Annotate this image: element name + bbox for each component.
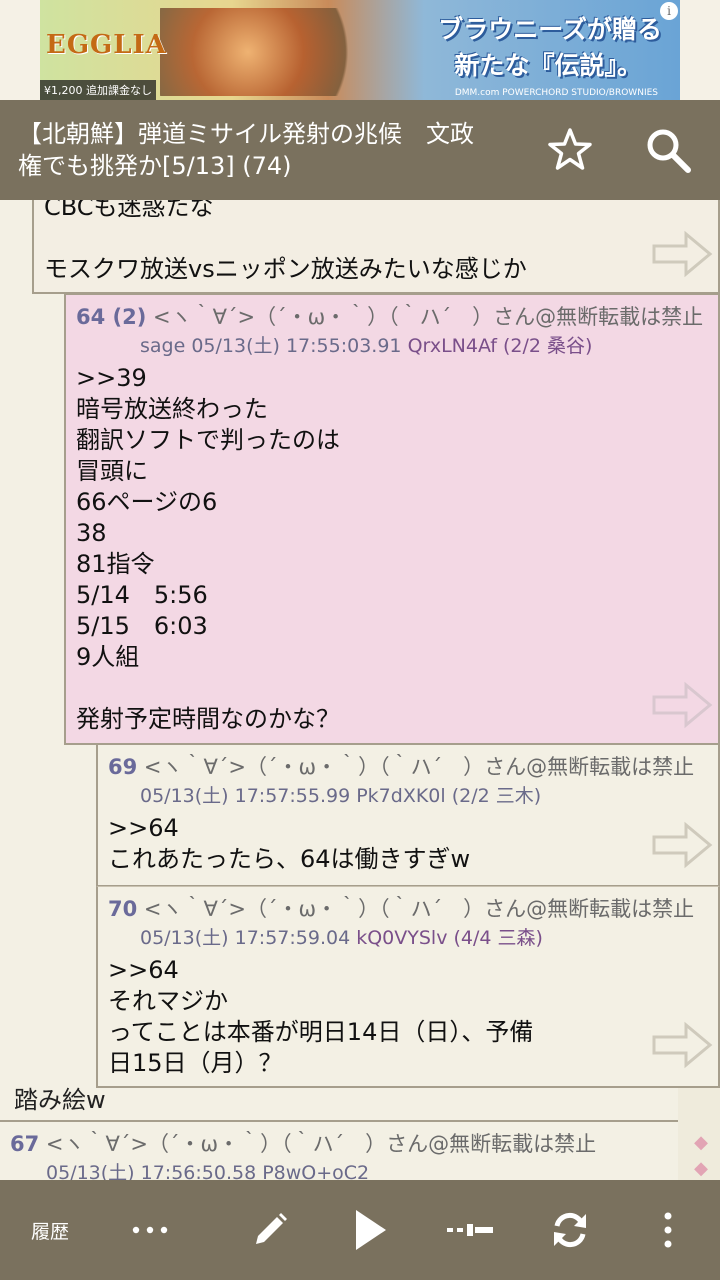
ad-headline-2: 新たな『伝説』。: [454, 51, 642, 80]
post-69[interactable]: 69 <ヽ｀∀´>（´・ω・｀）（｀ハ´ ）さん@無断転載は禁止 05/13(土…: [96, 745, 720, 887]
post-line[interactable]: >>64: [108, 955, 533, 986]
history-button[interactable]: 履歴: [10, 1198, 90, 1262]
ad-credit: DMM.com POWERCHORD STUDIO/BROWNIES: [454, 88, 658, 98]
refresh-button[interactable]: [530, 1198, 610, 1262]
post-70-header: 70 <ヽ｀∀´>（´・ω・｀）（｀ハ´ ）さん@無断転載は禁止: [108, 893, 694, 923]
thread-title-line-1: 【北朝鮮】弾道ミサイル発射の兆候 文政: [18, 120, 474, 148]
poster-id[interactable]: kQ0VYSlv (4/4 三森): [356, 927, 543, 949]
post-line: 暗号放送終わった: [76, 395, 268, 423]
position-button[interactable]: [430, 1198, 510, 1262]
post-64-body: >>39 暗号放送終わった 翻訳ソフトで判ったのは 冒頭に 66ページの6 38…: [76, 363, 340, 735]
reply-arrow-icon[interactable]: [650, 681, 714, 729]
post-line: 66ページの6: [76, 488, 218, 516]
reply-arrow-icon[interactable]: [650, 1021, 714, 1069]
post-67-header: 67 <ヽ｀∀´>（´・ω・｀）（｀ハ´ ）さん@無断転載は禁止: [10, 1128, 596, 1158]
thread-title[interactable]: 【北朝鮮】弾道ミサイル発射の兆候 文政 権でも挑発か[5/13] (74): [18, 118, 528, 182]
thread-view[interactable]: 踏み絵w 67 <ヽ｀∀´>（´・ω・｀）（｀ハ´ ）さん@無断転載は禁止 05…: [0, 200, 720, 1180]
post-64-header: 64 (2) <ヽ｀∀´>（´・ω・｀）（｀ハ´ ）さん@無断転載は禁止: [76, 301, 703, 331]
reply-arrow-icon[interactable]: [650, 230, 714, 278]
poster-name: <ヽ｀∀´>（´・ω・｀）（｀ハ´ ）さん@無断転載は禁止: [45, 1132, 597, 1156]
post-line: それマジか: [108, 987, 228, 1015]
ad-info-icon[interactable]: i: [660, 2, 678, 20]
post-number[interactable]: 69: [108, 755, 137, 779]
overflow-menu-button[interactable]: [628, 1198, 708, 1262]
post-line[interactable]: >>64: [108, 813, 470, 844]
play-icon: [356, 1210, 386, 1250]
ad-character-art: [160, 8, 380, 96]
pencil-icon: [256, 1213, 287, 1244]
post-67-meta: 05/13(土) 17:56:50.58 P8wO+oC2: [46, 1162, 370, 1180]
ad-price: ¥1,200 追加課金なし: [40, 80, 156, 100]
slider-dash-icon: [447, 1224, 493, 1236]
diamond-marker-icon: ◆: [694, 1158, 708, 1179]
post-70[interactable]: 70 <ヽ｀∀´>（´・ω・｀）（｀ハ´ ）さん@無断転載は禁止 05/13(土…: [96, 886, 720, 1088]
title-bar: 【北朝鮮】弾道ミサイル発射の兆候 文政 権でも挑発か[5/13] (74): [0, 100, 720, 200]
post-line: CBCも迷惑たな: [44, 200, 214, 221]
ad-banner[interactable]: EGGLIA ¥1,200 追加課金なし ブラウニーズが贈る 新たな『伝説』。 …: [40, 0, 680, 100]
post-69-body: >>64 これあたったら、64は働きすぎw: [108, 813, 470, 875]
more-vertical-icon: [664, 1212, 672, 1248]
post-line: 翻訳ソフトで判ったのは: [76, 426, 340, 454]
post-number[interactable]: 67: [10, 1132, 39, 1156]
poster-name: <ヽ｀∀´>（´・ω・｀）（｀ハ´ ）さん@無断転載は禁止: [153, 305, 704, 329]
post-line: 5/15 6:03: [76, 612, 208, 640]
ellipsis-horizontal-icon: [132, 1226, 168, 1234]
poster-name: <ヽ｀∀´>（´・ω・｀）（｀ハ´ ）さん@無断転載は禁止: [143, 897, 695, 921]
post-date: 05/13(土) 17:57:59.04: [140, 927, 351, 949]
poster-id[interactable]: QrxLN4Af (2/2 桑谷): [408, 335, 593, 357]
behind-post-text: 踏み絵w: [14, 1086, 106, 1114]
post-70-meta: 05/13(土) 17:57:59.04 kQ0VYSlv (4/4 三森): [140, 923, 543, 950]
post-line: 冒頭に: [76, 457, 148, 485]
post-69-header: 69 <ヽ｀∀´>（´・ω・｀）（｀ハ´ ）さん@無断転載は禁止: [108, 751, 694, 781]
refresh-icon: [554, 1212, 586, 1248]
search-icon[interactable]: [640, 122, 696, 178]
post-date: sage 05/13(土) 17:55:03.91: [140, 335, 402, 357]
post-line: 発射予定時間なのかな？: [76, 705, 340, 733]
post-date: 05/13(土) 17:57:55.99: [140, 785, 351, 807]
post-number[interactable]: 70: [108, 897, 137, 921]
poster-name: <ヽ｀∀´>（´・ω・｀）（｀ハ´ ）さん@無断転載は禁止: [143, 755, 695, 779]
thread-title-line-2: 権でも挑発か[5/13] (74): [18, 152, 292, 180]
post-line: [76, 673, 340, 704]
post-64-meta: sage 05/13(土) 17:55:03.91 QrxLN4Af (2/2 …: [140, 331, 592, 358]
write-button[interactable]: [230, 1198, 310, 1262]
post-line: 5/14 5:56: [76, 581, 208, 609]
post-number[interactable]: 64 (2): [76, 305, 146, 329]
post-70-body: >>64 それマジか ってことは本番が明日14日（日）、予備 日15日（月）？: [108, 955, 533, 1079]
bottom-toolbar: 履歴: [0, 1180, 720, 1280]
ad-logo: EGGLIA: [46, 30, 167, 60]
popup-post-partial[interactable]: CBCも迷惑たな モスクワ放送vsニッポン放送みたいな感じか: [32, 200, 720, 294]
ad-area: EGGLIA ¥1,200 追加課金なし ブラウニーズが贈る 新たな『伝説』。 …: [0, 0, 720, 100]
post-line: モスクワ放送vsニッポン放送みたいな感じか: [44, 255, 527, 283]
post-69-meta: 05/13(土) 17:57:55.99 Pk7dXK0l (2/2 三木): [140, 781, 541, 808]
more-horizontal-button[interactable]: [110, 1198, 190, 1262]
post-line: 38: [76, 519, 107, 547]
post-line[interactable]: >>39: [76, 363, 340, 394]
ad-headline-1: ブラウニーズが贈る: [438, 15, 662, 44]
play-button[interactable]: [330, 1198, 410, 1262]
history-label: 履歴: [30, 1220, 69, 1243]
post-67[interactable]: 67 <ヽ｀∀´>（´・ω・｀）（｀ハ´ ）さん@無断転載は禁止 05/13(土…: [0, 1120, 678, 1180]
post-line: 81指令: [76, 550, 155, 578]
post-line: ってことは本番が明日14日（日）、予備: [108, 1018, 534, 1046]
favorite-star-icon[interactable]: [542, 122, 598, 178]
poster-id[interactable]: Pk7dXK0l (2/2 三木): [356, 785, 541, 807]
post-line: 日15日（月）？: [108, 1049, 283, 1077]
post-line: これあたったら、64は働きすぎw: [108, 845, 471, 873]
diamond-marker-icon: ◆: [694, 1132, 708, 1153]
post-64[interactable]: 64 (2) <ヽ｀∀´>（´・ω・｀）（｀ハ´ ）さん@無断転載は禁止 sag…: [64, 293, 720, 745]
post-line: 9人組: [76, 643, 140, 671]
reply-arrow-icon[interactable]: [650, 821, 714, 869]
